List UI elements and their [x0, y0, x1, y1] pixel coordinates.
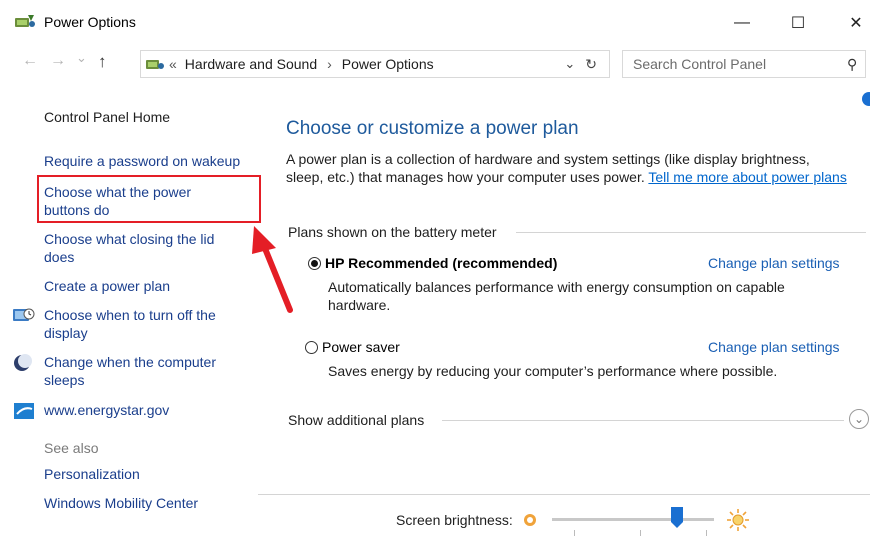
brightness-slider-thumb[interactable] [670, 506, 684, 530]
search-icon[interactable]: ⚲ [847, 56, 857, 73]
sidebar-item-label: sleeps [44, 372, 85, 388]
search-box[interactable]: Search Control Panel ⚲ [622, 50, 866, 78]
expand-chevron-icon[interactable]: ⌄ [849, 409, 869, 429]
plan-name[interactable]: HP Recommended (recommended) [325, 255, 557, 271]
plan-name[interactable]: Power saver [322, 339, 400, 355]
address-dropdown-icon[interactable]: ⌄ [564, 56, 575, 72]
sidebar-item-create-power-plan[interactable]: Create a power plan [44, 277, 170, 295]
breadcrumb-separator: « [169, 56, 177, 72]
window-title: Power Options [44, 14, 136, 30]
maximize-button[interactable]: ☐ [778, 8, 818, 38]
plan-radio-hp-recommended[interactable] [308, 257, 321, 270]
forward-arrow-icon[interactable]: → [50, 52, 66, 70]
sidebar-item-closing-lid[interactable]: Choose what closing the lid does [44, 230, 214, 266]
dim-brightness-icon [524, 514, 536, 526]
sidebar-item-label: does [44, 249, 75, 265]
sidebar-item-computer-sleeps[interactable]: Change when the computer sleeps [44, 353, 216, 389]
see-also-heading: See also [44, 440, 99, 456]
up-arrow-icon[interactable]: ↑ [98, 52, 107, 72]
moon-sleep-icon [14, 354, 32, 371]
change-plan-settings-link[interactable]: Change plan settings [708, 255, 840, 271]
breadcrumb-hardware-and-sound[interactable]: Hardware and Sound [185, 56, 317, 72]
sidebar-item-energystar-link[interactable]: www.energystar.gov [44, 401, 169, 419]
chevron-right-icon: › [327, 56, 332, 72]
sidebar-item-label: Change when the computer [44, 354, 216, 370]
address-bar[interactable]: « Hardware and Sound › Power Options ⌄ ↻ [140, 50, 610, 78]
control-panel-icon [146, 60, 164, 69]
slider-tick [640, 530, 641, 536]
change-plan-settings-link[interactable]: Change plan settings [708, 339, 840, 355]
brightness-slider-track[interactable] [552, 518, 714, 521]
sidebar-item-label: Choose what closing the lid [44, 231, 215, 247]
annotation-highlight-box [37, 175, 261, 223]
breadcrumb-power-options[interactable]: Power Options [342, 56, 434, 72]
close-button[interactable]: ✕ [836, 8, 870, 38]
section-divider [442, 420, 844, 421]
screen-brightness-label: Screen brightness: [396, 512, 513, 528]
refresh-icon[interactable]: ↻ [585, 56, 597, 73]
sidebar-item-label: Choose when to turn off the [44, 307, 216, 323]
plan-description: Saves energy by reducing your computer’s… [328, 363, 778, 379]
recent-dropdown-icon[interactable]: ⌄ [76, 50, 87, 66]
slider-tick [706, 530, 707, 536]
page-title: Choose or customize a power plan [286, 118, 579, 139]
sidebar-item-personalization[interactable]: Personalization [44, 465, 140, 483]
energy-star-icon [14, 403, 34, 419]
bright-sun-icon [727, 509, 749, 531]
plan-radio-power-saver[interactable] [305, 341, 318, 354]
slider-tick [574, 530, 575, 536]
control-panel-home-link[interactable]: Control Panel Home [44, 108, 170, 126]
back-arrow-icon[interactable]: ← [22, 52, 38, 70]
power-options-icon [15, 15, 35, 27]
footer-divider [258, 494, 870, 495]
plans-section-label: Plans shown on the battery meter [288, 224, 497, 240]
help-indicator-icon[interactable] [862, 92, 870, 106]
minimize-button[interactable]: — [722, 8, 762, 38]
display-clock-icon [13, 308, 35, 321]
sidebar-item-turn-off-display[interactable]: Choose when to turn off the display [44, 306, 216, 342]
tell-me-more-link[interactable]: Tell me more about power plans [648, 169, 846, 185]
plan-description: Automatically balances performance with … [328, 279, 785, 313]
sidebar-item-mobility-center[interactable]: Windows Mobility Center [44, 494, 198, 512]
sidebar-item-require-password[interactable]: Require a password on wakeup [44, 152, 240, 170]
search-input[interactable]: Search Control Panel [633, 56, 766, 72]
sidebar-item-label: display [44, 325, 88, 341]
section-divider [516, 232, 866, 233]
intro-paragraph: A power plan is a collection of hardware… [286, 150, 848, 186]
show-additional-plans-label[interactable]: Show additional plans [288, 412, 424, 428]
